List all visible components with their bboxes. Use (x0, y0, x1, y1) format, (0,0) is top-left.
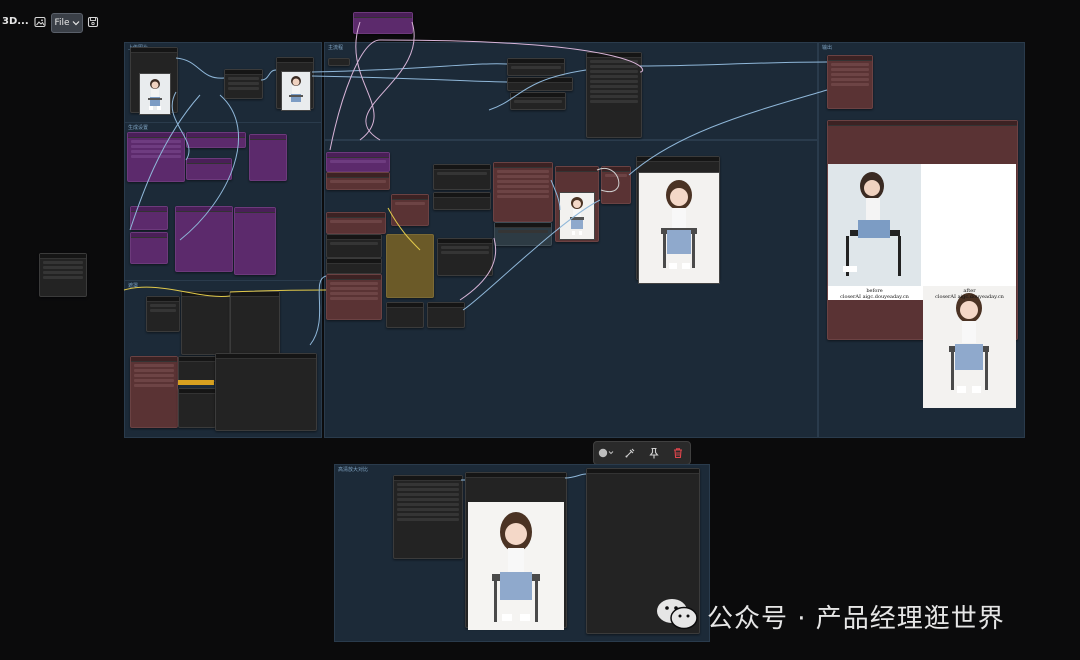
mask-settings-node[interactable] (130, 356, 178, 428)
sampler-input-node-2[interactable] (507, 77, 573, 91)
file-menu-button[interactable]: File (51, 13, 83, 33)
watermark: 公众号 · 产品经理逛世界 (655, 598, 1005, 634)
text-encode-node[interactable] (326, 152, 390, 172)
preview-image-thumbnail (281, 71, 311, 111)
group-title: 遮罩 (128, 283, 139, 289)
mask-preview-node-1[interactable] (181, 291, 230, 355)
before-site: closerAI aigc.douyeaday.cn (840, 294, 909, 300)
mask-node-1[interactable] (146, 296, 180, 332)
group-title: 主流程 (328, 45, 344, 51)
sampler-input-node-3[interactable] (510, 92, 566, 110)
upscale-settings-node[interactable] (393, 475, 463, 559)
delete-icon[interactable] (669, 445, 687, 461)
group-main-top[interactable]: 主流程 (324, 42, 818, 140)
after-site: closerAI aigc.douyeaday.cn (935, 294, 1004, 300)
pin-icon[interactable] (645, 445, 663, 461)
file-menu-label: File (54, 18, 70, 28)
settings-node[interactable] (326, 274, 382, 320)
upscaled-preview-node[interactable] (465, 472, 567, 630)
image-resize-node[interactable] (224, 69, 263, 99)
model-node-b[interactable] (433, 192, 491, 210)
ksampler-node[interactable] (586, 52, 642, 138)
vae-decode-node[interactable] (494, 222, 552, 246)
watermark-text: 公众号 · 产品经理逛世界 (707, 603, 1005, 634)
controlnet-node[interactable] (234, 207, 276, 275)
image-icon[interactable] (32, 14, 48, 30)
latent-node[interactable] (326, 258, 382, 274)
load-image-node[interactable] (130, 47, 178, 115)
before-caption: before closerAI aigc.douyeaday.cn (828, 288, 921, 300)
final-preview-node[interactable] (636, 156, 720, 284)
progress-bar-node (178, 380, 214, 385)
preview-image-node[interactable] (276, 57, 314, 111)
isolated-node[interactable] (39, 253, 87, 297)
vae-node[interactable] (249, 134, 287, 181)
comparison-image: before closerAI aigc.douyeaday.cn after … (828, 164, 1016, 408)
prompt-node-1[interactable] (130, 206, 168, 230)
result-thumbnail (559, 192, 595, 240)
sampler-input-node-1[interactable] (507, 58, 565, 76)
model-node-c[interactable] (437, 238, 493, 276)
vae-encode-node[interactable] (326, 234, 382, 258)
clip-node[interactable] (186, 158, 232, 180)
after-image (923, 286, 1016, 408)
output-settings-node[interactable] (827, 55, 873, 109)
group-title: 输出 (822, 45, 833, 51)
mask-output-node[interactable] (178, 388, 216, 428)
before-image (828, 164, 921, 286)
after-caption: after closerAI aigc.douyeaday.cn (923, 288, 1016, 300)
group-title: 生成设置 (128, 125, 149, 131)
output-node-2[interactable] (427, 302, 465, 328)
small-node[interactable] (328, 58, 350, 66)
top-toolbar: 3D... File (0, 8, 200, 36)
output-node-1[interactable] (386, 302, 424, 328)
color-circle-icon[interactable] (597, 445, 615, 461)
upscaled-image (468, 502, 564, 630)
mask-op-node[interactable] (178, 356, 216, 382)
image-load-node[interactable] (326, 172, 390, 190)
ksampler-main-node[interactable] (493, 162, 553, 222)
conditioning-node[interactable] (175, 206, 233, 272)
workflow-title[interactable]: 3D... (2, 16, 29, 27)
lora-loader-node[interactable] (186, 132, 246, 148)
mask-large-preview-node[interactable] (215, 353, 317, 431)
group-title: 高清放大对比 (338, 467, 369, 473)
chevron-down-icon (72, 21, 79, 26)
prompt-node-2[interactable] (130, 232, 168, 264)
mask-preview-node-2[interactable] (230, 291, 280, 355)
floating-purple-node[interactable] (353, 12, 413, 34)
save-icon[interactable] (85, 14, 101, 30)
save-image-node[interactable] (601, 166, 631, 204)
ipadapter-node[interactable] (391, 194, 429, 226)
upscale-node[interactable] (326, 212, 386, 234)
final-image (638, 172, 720, 284)
model-loader-node[interactable] (127, 132, 185, 182)
note-node[interactable] (386, 234, 434, 298)
source-image-thumbnail (139, 73, 171, 115)
preview-node-small[interactable] (555, 166, 599, 242)
node-selection-toolbar (593, 441, 691, 465)
model-node-a[interactable] (433, 164, 491, 190)
wechat-icon (655, 597, 699, 635)
bypass-icon[interactable] (621, 445, 639, 461)
